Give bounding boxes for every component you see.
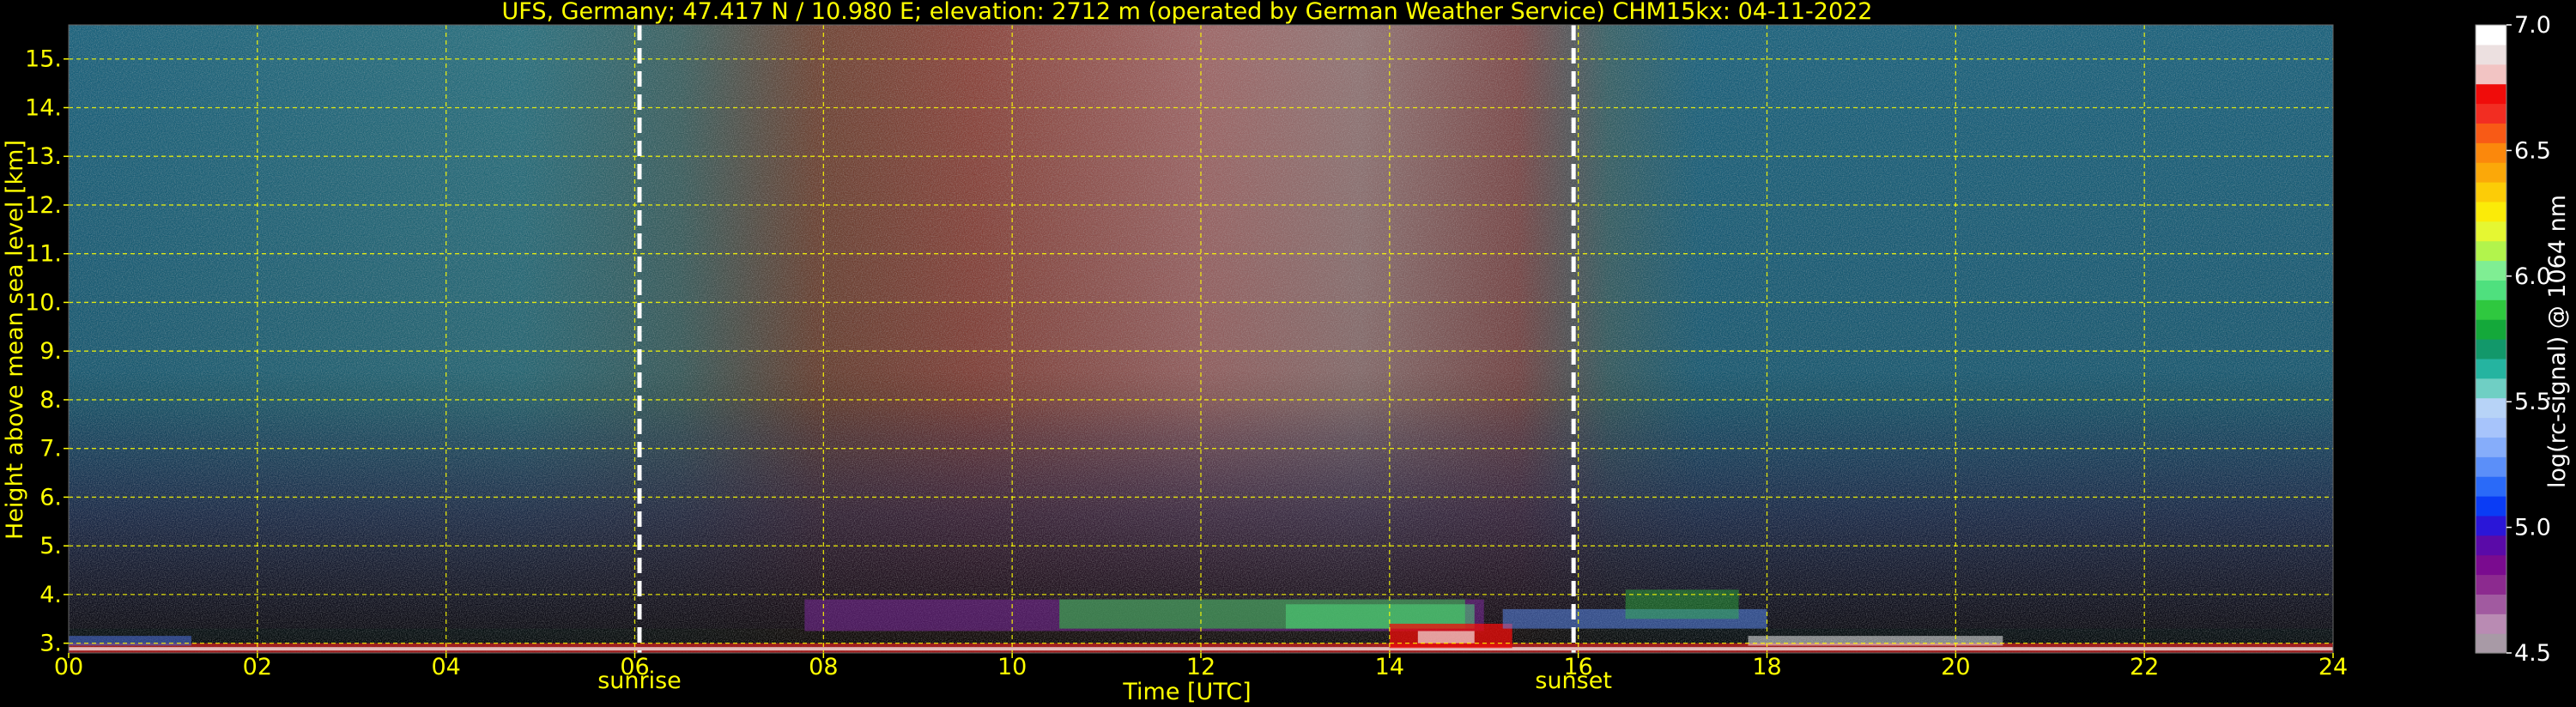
y-tick-label: 5. bbox=[39, 533, 62, 559]
colorbar-swatch bbox=[2476, 25, 2506, 45]
x-tick-label: 24 bbox=[2318, 654, 2348, 680]
y-tick-label: 9. bbox=[39, 338, 62, 365]
colorbar-swatch bbox=[2476, 260, 2506, 281]
colorbar-swatch bbox=[2476, 280, 2506, 300]
y-tick-label: 14. bbox=[25, 94, 62, 121]
y-tick-label: 13. bbox=[25, 143, 62, 170]
colorbar-swatch bbox=[2476, 397, 2506, 419]
colorbar-swatch bbox=[2476, 417, 2506, 438]
x-axis-label: Time [UTC] bbox=[1122, 679, 1251, 705]
colorbar-swatch bbox=[2476, 240, 2506, 262]
y-tick-label: 3. bbox=[39, 631, 62, 657]
x-tick-label: 04 bbox=[431, 654, 460, 680]
colorbar-swatch bbox=[2476, 496, 2506, 517]
colorbar-swatch bbox=[2476, 339, 2506, 360]
annotation-labels: sunrise sunset bbox=[597, 668, 1612, 694]
colorbar-swatch bbox=[2476, 535, 2506, 556]
colorbar-swatch bbox=[2476, 633, 2506, 654]
colorbar-swatch bbox=[2476, 162, 2506, 183]
x-axis: 00 02 04 06 08 10 12 14 16 18 20 22 24 bbox=[54, 653, 2348, 680]
colorbar-swatch bbox=[2476, 554, 2506, 576]
colorbar-swatch bbox=[2476, 182, 2506, 202]
colorbar: 4.55.05.56.06.57.0 bbox=[2475, 12, 2551, 667]
colorbar-swatch bbox=[2476, 456, 2506, 477]
y-tick-label: 7. bbox=[39, 436, 62, 462]
colorbar-swatch bbox=[2476, 123, 2506, 143]
lidar-backscatter-chart: 00 02 04 06 08 10 12 14 16 18 20 22 24 3.4.5.6.7.8.9… bbox=[2, 0, 2571, 705]
plot-area bbox=[69, 25, 2333, 653]
y-tick-label: 8. bbox=[39, 387, 62, 414]
sunrise-label: sunrise bbox=[597, 668, 682, 694]
colorbar-tick-label: 6.5 bbox=[2514, 137, 2551, 164]
colorbar-swatch bbox=[2476, 299, 2506, 320]
aerosol-layer bbox=[69, 647, 2333, 651]
y-axis-label: Height above mean sea level [km] bbox=[2, 140, 28, 540]
x-tick-label: 02 bbox=[243, 654, 272, 680]
x-tick-label: 00 bbox=[54, 654, 83, 680]
x-tick-label: 10 bbox=[997, 654, 1027, 680]
colorbar-tick-label: 7.0 bbox=[2514, 12, 2551, 39]
x-tick-label: 08 bbox=[809, 654, 838, 680]
colorbar-swatch bbox=[2476, 515, 2506, 536]
y-tick-label: 10. bbox=[25, 289, 62, 316]
chart-title: UFS, Germany; 47.417 N / 10.980 E; eleva… bbox=[502, 0, 1873, 25]
colorbar-swatch bbox=[2476, 613, 2506, 634]
x-tick-label: 22 bbox=[2130, 654, 2159, 680]
colorbar-swatch bbox=[2476, 83, 2506, 105]
x-tick-label: 18 bbox=[1752, 654, 1781, 680]
colorbar-swatch bbox=[2476, 574, 2506, 595]
colorbar-label: log(rc-signal) @ 1064 nm bbox=[2544, 195, 2571, 488]
colorbar-swatch bbox=[2476, 437, 2506, 457]
colorbar-swatch bbox=[2476, 44, 2506, 65]
aerosol-layer bbox=[1748, 636, 2003, 646]
colorbar-tick-label: 4.5 bbox=[2514, 640, 2551, 667]
y-tick-label: 6. bbox=[39, 484, 62, 511]
colorbar-swatch bbox=[2476, 594, 2506, 614]
y-tick-label: 11. bbox=[25, 241, 62, 268]
aerosol-layer bbox=[1625, 589, 1739, 619]
colorbar-tick-label: 5.0 bbox=[2514, 515, 2551, 541]
y-tick-label: 15. bbox=[25, 46, 62, 73]
colorbar-swatch bbox=[2476, 221, 2506, 242]
aerosol-layer bbox=[1417, 631, 1475, 644]
colorbar-swatch bbox=[2476, 103, 2506, 124]
colorbar-swatch bbox=[2476, 378, 2506, 399]
colorbar-swatch bbox=[2476, 476, 2506, 497]
x-tick-label: 20 bbox=[1941, 654, 1970, 680]
x-tick-label: 12 bbox=[1186, 654, 1215, 680]
y-axis: 3. 4. 5. 6. 7. 8. 9. 10. 11. 12. 13. 14. 15. bbox=[25, 46, 69, 657]
colorbar-swatch bbox=[2476, 319, 2506, 340]
aerosol-layer bbox=[69, 636, 191, 646]
colorbar-swatch bbox=[2476, 63, 2506, 85]
y-tick-label: 4. bbox=[39, 582, 62, 608]
x-tick-label: 14 bbox=[1375, 654, 1404, 680]
sunset-label: sunset bbox=[1535, 668, 1612, 694]
colorbar-swatch bbox=[2476, 358, 2506, 379]
colorbar-swatch bbox=[2476, 142, 2506, 163]
y-tick-label: 12. bbox=[25, 192, 62, 219]
colorbar-swatch bbox=[2476, 201, 2506, 222]
